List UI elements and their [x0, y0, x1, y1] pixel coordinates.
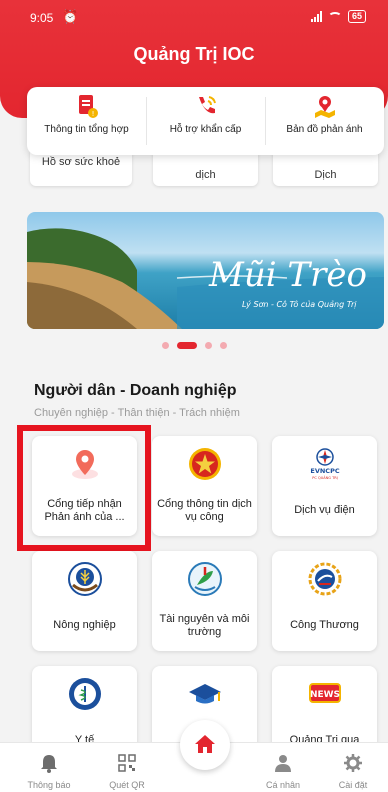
evncpc-logo-text: EVNCPC: [310, 467, 339, 475]
bell-icon: [41, 755, 57, 773]
tile-label: Tài nguyên và môi trường: [159, 613, 250, 638]
news-icon: NEWS: [308, 683, 341, 703]
status-bar: 9:05 ⏰ 65: [30, 8, 366, 28]
banner-subtitle: Lý Sơn - Cô Tô của Quảng Trị: [242, 299, 357, 309]
home-icon: [195, 735, 215, 753]
quick-action-label: Hỗ trợ khẩn cấp: [169, 124, 242, 135]
emergency-phone-icon: [198, 96, 216, 114]
banner-title: Mũi Trèo: [208, 255, 367, 295]
section-title: Người dân - Doanh nghiệp: [34, 382, 237, 399]
quick-action-label: Bản đồ phản ánh: [286, 124, 363, 135]
nav-label: Cài đặt: [338, 780, 368, 790]
home-button[interactable]: [180, 720, 230, 770]
quick-actions-card: ! Thông tin tổng hợp Hỗ trợ khẩn cấp Bản…: [27, 87, 384, 155]
status-time: 9:05: [30, 11, 54, 25]
wifi-icon: [327, 11, 342, 22]
gear-icon: [344, 754, 362, 772]
carousel-dots[interactable]: [0, 342, 388, 349]
nav-label: Thông báo: [27, 780, 71, 790]
tile-label: Dịch vụ điện: [294, 504, 355, 516]
tile-label: Nông nghiệp: [53, 619, 116, 631]
tile-label: Công Thương: [290, 619, 359, 631]
tile-industry-trade[interactable]: Công Thương: [272, 551, 377, 651]
quick-action-label: Thông tin tổng hợp: [44, 124, 129, 135]
banner-image: Mũi Trèo Lý Sơn - Cô Tô của Quảng Trị: [27, 228, 384, 329]
map-report-icon: [314, 96, 335, 118]
promo-banner[interactable]: Mũi Trèo Lý Sơn - Cô Tô của Quảng Trị: [27, 212, 384, 329]
carousel-dot-active[interactable]: [176, 342, 197, 349]
peek-item-label: Dịch: [314, 169, 337, 181]
services-peek-row: Hồ sơ sức khoẻ dịch Dịch: [30, 148, 378, 186]
industry-trade-logo-icon: [308, 562, 341, 596]
tile-label: Cổng thông tin dịch vụ công: [157, 498, 252, 523]
national-emblem-icon: [188, 448, 221, 480]
qr-code-icon: [118, 754, 136, 772]
signal-icon: [310, 11, 322, 22]
carousel-dot[interactable]: [219, 342, 227, 349]
evncpc-logo-icon: EVNCPC PC QUẢNG TRỊ: [310, 448, 339, 480]
graduation-cap-icon: [188, 684, 221, 704]
evncpc-logo-subtext: PC QUẢNG TRỊ: [312, 475, 337, 480]
news-badge-text: NEWS: [309, 690, 339, 700]
peek-item-label: Hồ sơ sức khoẻ: [41, 156, 121, 168]
svg-text:!: !: [91, 110, 94, 118]
environment-logo-icon: [187, 562, 222, 596]
nav-label: Quét QR: [109, 780, 145, 790]
nav-label: Cá nhân: [265, 780, 301, 790]
section-subtitle: Chuyên nghiệp - Thân thiện - Trách nhiệm: [34, 407, 240, 419]
tile-electricity[interactable]: EVNCPC PC QUẢNG TRỊ Dịch vụ điện: [272, 436, 377, 536]
quick-action-emergency[interactable]: Hỗ trợ khẩn cấp: [146, 87, 265, 155]
carousel-dot[interactable]: [204, 342, 212, 349]
tile-agriculture[interactable]: Nông nghiệp: [32, 551, 137, 651]
user-icon: [275, 755, 291, 772]
page-title: Quảng Trị IOC: [133, 44, 255, 64]
alarm-icon: ⏰: [62, 9, 79, 24]
carousel-dot[interactable]: [161, 342, 169, 349]
quick-action-general-info[interactable]: ! Thông tin tổng hợp: [27, 87, 146, 155]
quick-action-report-map[interactable]: Bản đồ phản ánh: [265, 87, 384, 155]
tile-public-services[interactable]: Cổng thông tin dịch vụ công: [152, 436, 257, 536]
battery-icon: 65: [347, 10, 366, 23]
tile-environment[interactable]: Tài nguyên và môi trường: [152, 551, 257, 651]
health-logo-icon: [68, 678, 101, 710]
agriculture-logo-icon: [67, 562, 102, 596]
highlight-box: [17, 425, 151, 551]
peek-item-label: dịch: [195, 169, 216, 181]
document-icon: !: [78, 95, 98, 118]
